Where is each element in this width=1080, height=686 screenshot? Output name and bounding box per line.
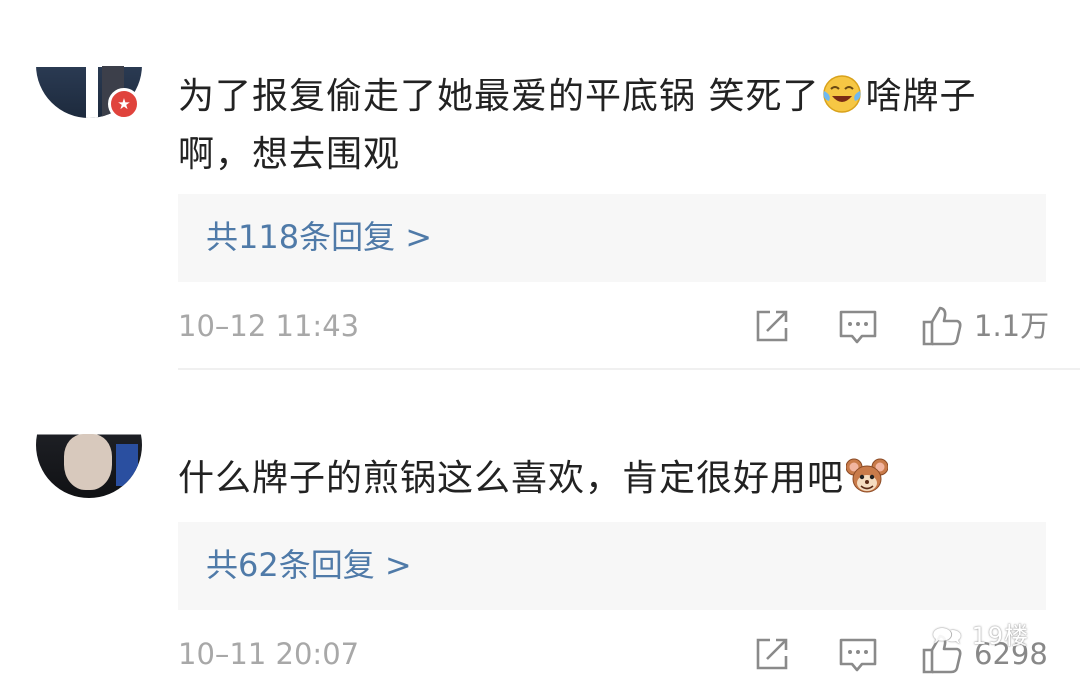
comment-item: 什么牌子的煎锅这么喜欢，肯定很好用吧 共62条回复 > 10–11 20:07 … [0,370,1080,686]
wechat-icon: 🗪 [932,622,963,650]
comment-icon[interactable] [836,632,880,676]
comment-icon[interactable] [836,304,880,348]
comment-item: ★ 为了报复偷走了她最爱的平底锅 笑死了 啥牌子啊，想去围观 共118条回复 >… [0,0,1080,368]
share-icon[interactable] [750,304,794,348]
comment-text-part: 为了报复偷走了她最爱的平底锅 笑死了 [178,76,820,117]
comment-text: 什么牌子的煎锅这么喜欢，肯定很好用吧 [178,450,1048,508]
share-icon[interactable] [750,632,794,676]
comment-text-part: 什么牌子的煎锅这么喜欢，肯定很好用吧 [178,458,845,499]
replies-box[interactable]: 共62条回复 > [178,522,1046,610]
jerry-mouse-emoji-icon [846,458,889,493]
verified-badge-icon: ★ [108,88,140,120]
view-replies-link[interactable]: 共118条回复 > [206,214,432,260]
view-replies-link[interactable]: 共62条回复 > [206,542,412,588]
watermark-text: 19楼 [971,622,1030,650]
timestamp: 10–11 20:07 [178,637,360,671]
laughing-crying-emoji-icon [823,75,862,113]
replies-box[interactable]: 共118条回复 > [178,194,1046,282]
avatar[interactable] [36,392,142,498]
thumbs-up-icon[interactable] [920,304,964,348]
timestamp: 10–12 11:43 [178,309,360,343]
like-count: 1.1万 [974,309,1050,343]
comment-text: 为了报复偷走了她最爱的平底锅 笑死了 啥牌子啊，想去围观 [178,68,1048,184]
watermark-19lou: 🗪 19楼 [932,619,1029,653]
